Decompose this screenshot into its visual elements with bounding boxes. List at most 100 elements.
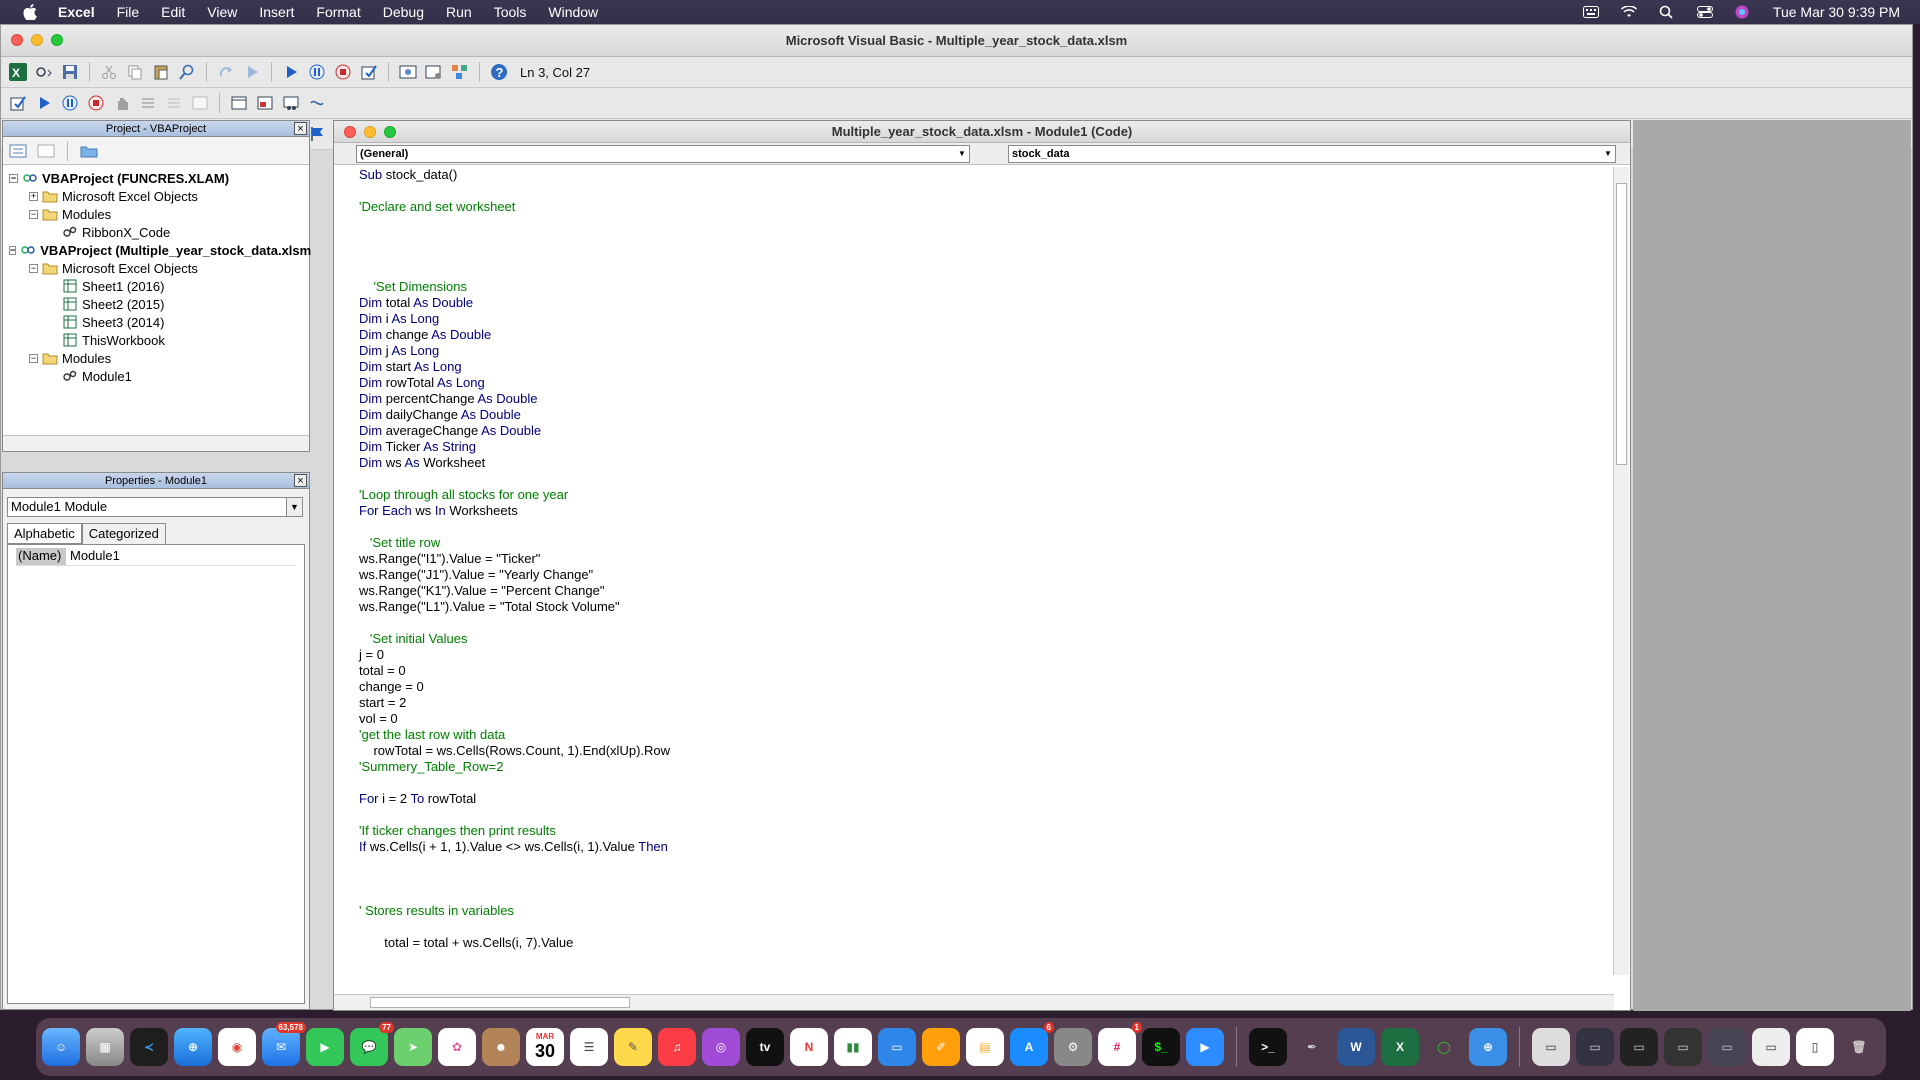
code-line[interactable] <box>359 871 1608 887</box>
zoom-window-button[interactable] <box>51 34 63 46</box>
minimize-window-button[interactable] <box>31 34 43 46</box>
tree-item[interactable]: − Modules <box>3 349 309 367</box>
podcasts-icon[interactable]: ◎ <box>702 1028 740 1066</box>
minimized-window-icon[interactable]: ▭ <box>1576 1028 1614 1066</box>
excel-icon[interactable]: X <box>1381 1028 1419 1066</box>
save-icon[interactable] <box>59 61 81 83</box>
tree-item[interactable]: Sheet1 (2016) <box>3 277 309 295</box>
code-line[interactable]: Dim change As Double <box>359 327 1608 343</box>
preview-icon[interactable]: ▤ <box>966 1028 1004 1066</box>
minimized-window-icon[interactable]: ▭ <box>1752 1028 1790 1066</box>
app-store-icon[interactable]: A6 <box>1010 1022 1054 1066</box>
menu-view[interactable]: View <box>207 4 237 20</box>
code-line[interactable]: For i = 2 To rowTotal <box>359 791 1608 807</box>
trash-icon[interactable]: 🗑 <box>1840 1028 1878 1066</box>
run-icon[interactable] <box>280 61 302 83</box>
reminders-icon[interactable]: ☰ <box>570 1028 608 1066</box>
tab-categorized[interactable]: Categorized <box>81 523 166 544</box>
minimize-window-button[interactable] <box>364 126 376 138</box>
activity-icon[interactable]: ◯ <box>1425 1028 1463 1066</box>
code-line[interactable]: Sub stock_data() <box>359 167 1608 183</box>
expand-icon[interactable]: + <box>29 191 38 201</box>
hand-icon[interactable] <box>111 92 133 114</box>
scroll-thumb[interactable] <box>1616 183 1627 465</box>
code-line[interactable] <box>359 215 1608 231</box>
safari-icon[interactable]: ⊕ <box>174 1028 212 1066</box>
code-line[interactable]: If ws.Cells(i + 1, 1).Value <> ws.Cells(… <box>359 839 1608 855</box>
contacts-icon[interactable]: ☻ <box>482 1028 520 1066</box>
tree-item[interactable]: − Modules <box>3 205 309 223</box>
terminal-icon[interactable]: $_ <box>1142 1028 1180 1066</box>
code-line[interactable]: Dim start As Long <box>359 359 1608 375</box>
code-line[interactable] <box>359 183 1608 199</box>
object-browser-icon[interactable] <box>449 61 471 83</box>
close-window-button[interactable] <box>344 126 356 138</box>
tab-alphabetic[interactable]: Alphabetic <box>7 523 82 544</box>
mail-icon[interactable]: ✉ 63,578 <box>262 1022 306 1066</box>
menu-window[interactable]: Window <box>548 4 598 20</box>
project-hscrollbar[interactable] <box>3 435 309 451</box>
close-icon[interactable]: × <box>294 474 307 487</box>
downloads-icon[interactable]: ▯ <box>1796 1028 1834 1066</box>
step-over-icon[interactable] <box>163 92 185 114</box>
pause-icon[interactable] <box>306 61 328 83</box>
tree-item[interactable]: − VBAProject (Multiple_year_stock_data.xl… <box>3 241 311 259</box>
slack-icon[interactable]: #1 <box>1098 1022 1142 1066</box>
maps-icon[interactable]: ➤ <box>394 1028 432 1066</box>
object-select[interactable]: Module1 Module ▼ <box>7 497 303 517</box>
system-preferences-icon[interactable]: ⚙ <box>1054 1028 1092 1066</box>
code-line[interactable] <box>359 615 1608 631</box>
vscode-icon[interactable]: ≺ <box>130 1028 168 1066</box>
finder-icon[interactable]: ☺ <box>42 1028 80 1066</box>
menu-file[interactable]: File <box>117 4 140 20</box>
tree-item[interactable]: ThisWorkbook <box>3 331 309 349</box>
collapse-icon[interactable]: − <box>29 209 38 219</box>
code-line[interactable]: ' Stores results in variables <box>359 903 1608 919</box>
wifi-icon[interactable] <box>1620 5 1637 19</box>
code-line[interactable]: Dim averageChange As Double <box>359 423 1608 439</box>
safari-icon[interactable]: ⊕ <box>1469 1028 1507 1066</box>
code-line[interactable]: Dim dailyChange As Double <box>359 407 1608 423</box>
property-row[interactable]: (Name) Module1 <box>16 548 296 566</box>
code-line[interactable]: ws.Range("J1").Value = "Yearly Change" <box>359 567 1608 583</box>
terminal-icon[interactable]: >_ <box>1249 1028 1287 1066</box>
code-line[interactable] <box>359 247 1608 263</box>
project-explorer-icon[interactable] <box>397 61 419 83</box>
tree-item[interactable]: RibbonX_Code <box>3 223 309 241</box>
menu-format[interactable]: Format <box>316 4 360 20</box>
code-line[interactable]: 'If ticker changes then print results <box>359 823 1608 839</box>
code-line[interactable]: Dim percentChange As Double <box>359 391 1608 407</box>
code-line[interactable]: total = total + ws.Cells(i, 7).Value <box>359 935 1608 951</box>
code-line[interactable]: j = 0 <box>359 647 1608 663</box>
chevron-down-icon[interactable]: ▼ <box>286 498 302 516</box>
locals-window-icon[interactable] <box>228 92 250 114</box>
keynote-icon[interactable]: ▭ <box>878 1028 916 1066</box>
chrome-icon[interactable]: ◉ <box>218 1028 256 1066</box>
menubar-clock[interactable]: Tue Mar 30 9:39 PM <box>1773 4 1900 20</box>
code-line[interactable] <box>359 775 1608 791</box>
code-line[interactable]: 'Summery_Table_Row=2 <box>359 759 1608 775</box>
code-editor[interactable]: Sub stock_data() 'Declare and set workshe… <box>356 167 1608 977</box>
property-value[interactable]: Module1 <box>66 548 120 565</box>
code-vscrollbar[interactable] <box>1613 167 1629 975</box>
news-icon[interactable]: N <box>790 1028 828 1066</box>
view-code-icon[interactable] <box>7 140 29 162</box>
code-line[interactable]: ws.Range("K1").Value = "Percent Change" <box>359 583 1608 599</box>
code-line[interactable]: 'Set title row <box>359 535 1608 551</box>
excel-view-button[interactable]: X <box>7 61 29 83</box>
pages-icon[interactable]: ✐ <box>922 1028 960 1066</box>
step-into-icon[interactable] <box>137 92 159 114</box>
code-line[interactable]: rowTotal = ws.Cells(Rows.Count, 1).End(x… <box>359 743 1608 759</box>
code-hscrollbar[interactable] <box>334 994 1614 1010</box>
collapse-icon[interactable]: − <box>29 263 38 273</box>
menu-run[interactable]: Run <box>446 4 472 20</box>
menu-debug[interactable]: Debug <box>383 4 424 20</box>
pen-icon[interactable]: ✒ <box>1293 1028 1331 1066</box>
minimized-window-icon[interactable]: ▭ <box>1664 1028 1702 1066</box>
calendar-icon[interactable]: MAR 30 <box>526 1028 564 1066</box>
keyboard-icon[interactable] <box>1582 5 1599 19</box>
watch-window-icon[interactable] <box>280 92 302 114</box>
object-combo[interactable]: (General) ▼ <box>356 144 970 163</box>
code-line[interactable] <box>359 887 1608 903</box>
minimized-window-icon[interactable]: ▭ <box>1620 1028 1658 1066</box>
